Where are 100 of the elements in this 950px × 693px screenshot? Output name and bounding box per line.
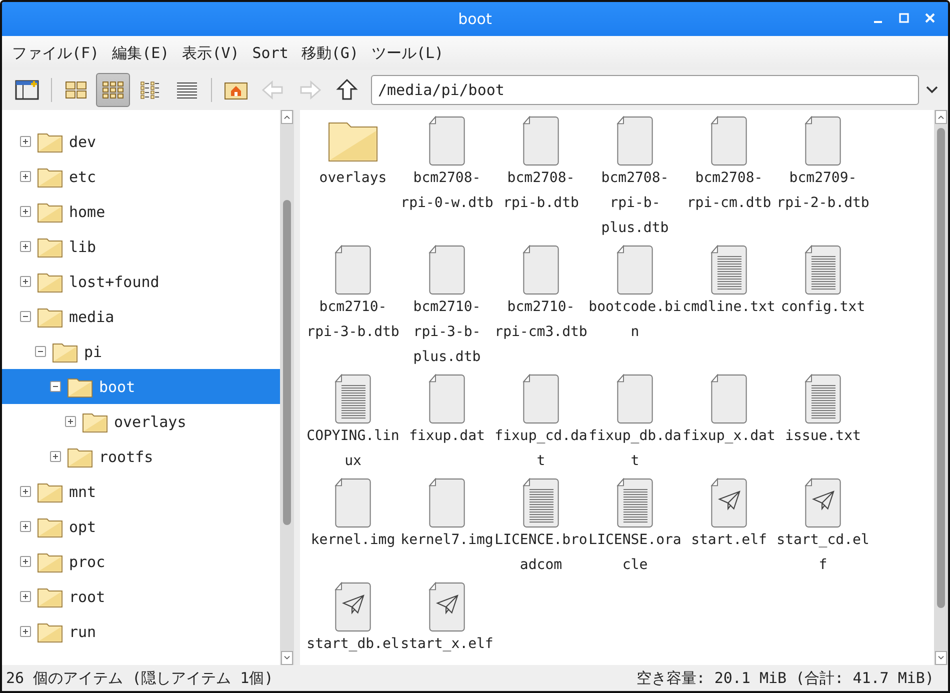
maximize-icon[interactable] <box>898 12 910 24</box>
menu-item[interactable]: 編集(E) <box>112 44 170 62</box>
tree-item[interactable]: mnt <box>2 474 280 509</box>
grid-icon <box>101 80 125 100</box>
folder-icon <box>37 130 63 152</box>
paper-plane-file-icon <box>803 478 843 528</box>
menu-item[interactable]: 表示(V) <box>182 44 240 62</box>
file-item[interactable]: bcm2708-rpi-b.dtb <box>494 116 588 241</box>
folder-name: dev <box>69 132 96 150</box>
tree-item[interactable]: home <box>2 194 280 229</box>
tree-item[interactable]: pi <box>2 334 280 369</box>
menu-item[interactable]: ツール(L) <box>372 44 444 62</box>
expand-icon[interactable] <box>20 206 31 217</box>
file-item[interactable]: LICENCE.broadcom <box>494 478 588 578</box>
expand-icon[interactable] <box>65 416 76 427</box>
blank-file-icon <box>803 116 843 166</box>
file-item[interactable]: fixup_db.dat <box>588 374 682 474</box>
close-icon[interactable] <box>924 12 936 24</box>
file-item[interactable]: COPYING.linux <box>306 374 400 474</box>
expand-icon[interactable] <box>20 521 31 532</box>
tree-item[interactable]: media <box>2 299 280 334</box>
scrollbar[interactable] <box>280 110 294 665</box>
folder-name: pi <box>84 342 102 360</box>
tree-item[interactable]: opt <box>2 509 280 544</box>
folder-name: run <box>69 622 96 640</box>
folder-name: etc <box>69 168 96 186</box>
blank-file-icon <box>427 374 467 424</box>
file-item[interactable]: start_x.elf <box>400 582 494 657</box>
blank-file-icon <box>427 116 467 166</box>
folder-name: mnt <box>69 482 96 500</box>
file-item[interactable]: bcm2708-rpi-cm.dtb <box>682 116 776 241</box>
paper-plane-file-icon <box>333 582 373 632</box>
file-item[interactable]: start_db.el <box>306 582 400 657</box>
file-item[interactable]: cmdline.txt <box>682 245 776 370</box>
file-item[interactable]: bcm2708-rpi-b-plus.dtb <box>588 116 682 241</box>
file-item[interactable]: start_cd.elf <box>776 478 870 578</box>
file-item[interactable]: start.elf <box>682 478 776 578</box>
file-item[interactable]: config.txt <box>776 245 870 370</box>
file-item[interactable]: issue.txt <box>776 374 870 474</box>
tree-item[interactable]: etc <box>2 159 280 194</box>
tree-item[interactable]: run <box>2 614 280 649</box>
tree-item[interactable]: lib <box>2 229 280 264</box>
file-item[interactable]: bcm2710-rpi-3-b-plus.dtb <box>400 245 494 370</box>
folder-name: opt <box>69 518 96 536</box>
tree-item[interactable]: boot <box>2 369 280 404</box>
file-item[interactable]: fixup_cd.dat <box>494 374 588 474</box>
expand-icon[interactable] <box>20 591 31 602</box>
collapse-icon[interactable] <box>50 381 61 392</box>
window-title: boot <box>458 10 492 28</box>
view-mode-button[interactable] <box>96 73 130 107</box>
folder-name: lib <box>69 238 96 256</box>
scroll-down-icon[interactable] <box>281 651 293 665</box>
expand-icon[interactable] <box>20 171 31 182</box>
expand-icon[interactable] <box>20 626 31 637</box>
file-item[interactable]: fixup_x.dat <box>682 374 776 474</box>
tree-item[interactable]: dev <box>2 124 280 159</box>
folder-icon <box>67 446 93 468</box>
file-item[interactable]: bcm2710-rpi-cm3.dtb <box>494 245 588 370</box>
path-field[interactable]: /media/pi/boot <box>371 75 919 105</box>
tree-item[interactable]: proc <box>2 544 280 579</box>
folder-icon <box>37 550 63 572</box>
text-file-icon <box>333 374 373 424</box>
folder-icon <box>52 340 78 362</box>
file-item[interactable]: bootcode.bin <box>588 245 682 370</box>
folder-name: home <box>69 202 106 220</box>
scroll-down-icon[interactable] <box>935 651 947 665</box>
scroll-up-icon[interactable] <box>281 110 293 124</box>
collapse-icon[interactable] <box>20 311 31 322</box>
file-item[interactable]: bcm2709-rpi-2-b.dtb <box>776 116 870 241</box>
scroll-up-icon[interactable] <box>935 110 947 124</box>
compact-list-icon <box>138 80 162 100</box>
tree-item[interactable]: root <box>2 579 280 614</box>
tree-item[interactable]: lost+found <box>2 264 280 299</box>
menu-item[interactable]: ファイル(F) <box>12 44 100 62</box>
expand-icon[interactable] <box>50 451 61 462</box>
blank-file-icon <box>333 478 373 528</box>
file-item[interactable]: bcm2710-rpi-3-b.dtb <box>306 245 400 370</box>
file-item[interactable]: LICENSE.oracle <box>588 478 682 578</box>
menu-item[interactable]: 移動(G) <box>301 44 358 62</box>
blank-file-icon <box>427 245 467 295</box>
collapse-icon[interactable] <box>35 346 46 357</box>
folder-icon <box>37 516 63 538</box>
expand-icon[interactable] <box>20 241 31 252</box>
folder-icon <box>37 620 63 642</box>
file-item[interactable]: kernel.img <box>306 478 400 578</box>
expand-icon[interactable] <box>20 556 31 567</box>
file-item[interactable]: kernel7.img <box>400 478 494 578</box>
paper-plane-file-icon <box>709 478 749 528</box>
file-item[interactable]: bcm2708-rpi-0-w.dtb <box>400 116 494 241</box>
scrollbar[interactable] <box>934 110 948 665</box>
expand-icon[interactable] <box>20 136 31 147</box>
menu-item[interactable]: Sort <box>252 44 288 62</box>
file-item[interactable]: fixup.dat <box>400 374 494 474</box>
tree-item[interactable]: overlays <box>2 404 280 439</box>
blank-file-icon <box>521 116 561 166</box>
text-file-icon <box>803 374 843 424</box>
file-item[interactable]: overlays <box>306 116 400 241</box>
tree-item[interactable]: rootfs <box>2 439 280 474</box>
expand-icon[interactable] <box>20 486 31 497</box>
expand-icon[interactable] <box>20 276 31 287</box>
